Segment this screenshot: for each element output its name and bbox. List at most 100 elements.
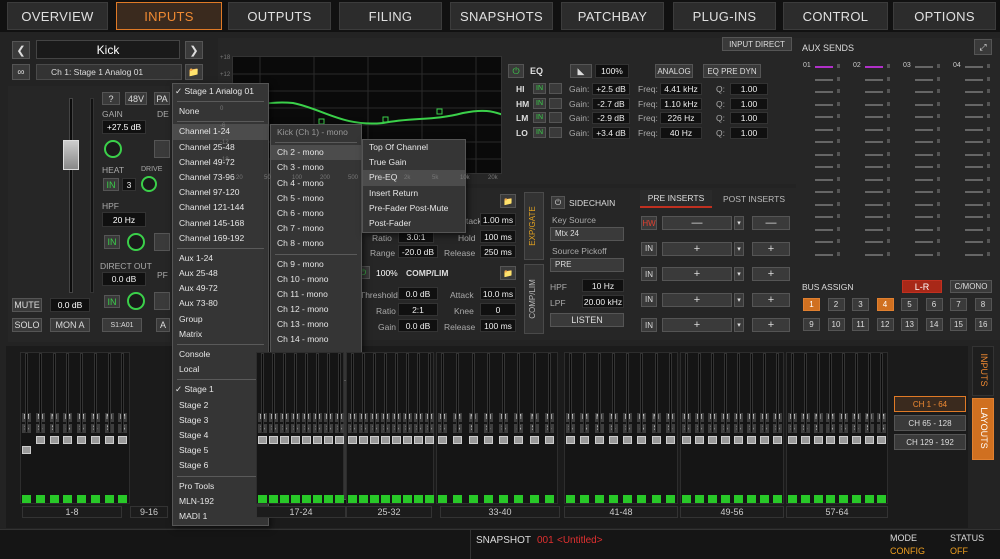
bank-ch65-128[interactable]: CH 65 - 128 <box>894 415 966 431</box>
aux-send-level[interactable] <box>965 178 983 181</box>
source-menu-item[interactable]: Channel 169-192 <box>173 231 268 246</box>
hpf-value[interactable]: 20 Hz <box>102 212 146 227</box>
comp-folder-icon[interactable]: 📁 <box>500 266 516 280</box>
aux-send-level[interactable] <box>815 153 833 156</box>
key-source-select[interactable]: Mtx 24 <box>550 227 624 241</box>
aux-send-level[interactable] <box>815 141 833 143</box>
insert-dropdown-icon[interactable]: ▾ <box>734 292 744 307</box>
eq-band-in-button[interactable]: IN <box>533 97 546 109</box>
source-menu-item[interactable]: Stage 5 <box>173 443 268 458</box>
post-insert-slot[interactable]: + <box>752 292 790 307</box>
aux-send-level[interactable] <box>965 253 983 256</box>
aux-send-level[interactable] <box>915 116 933 118</box>
eq-power-icon[interactable]: ⏻ <box>508 64 524 78</box>
aux-send-level[interactable] <box>915 66 933 68</box>
eq-band-q[interactable]: 1.00 <box>730 126 768 139</box>
eq-band-q[interactable]: 1.00 <box>730 112 768 124</box>
group-label[interactable]: 49-56 <box>680 506 784 518</box>
aux-send-level[interactable] <box>865 253 883 256</box>
aux-send-level[interactable] <box>965 203 983 206</box>
bus-4-button[interactable]: 4 <box>876 298 894 311</box>
strip-fader-cap[interactable] <box>800 436 810 444</box>
source-menu-item[interactable]: Channel 121-144 <box>173 200 268 215</box>
bus-12-button[interactable]: 12 <box>876 318 894 331</box>
status-value[interactable]: OFF <box>950 546 968 556</box>
eq-band-q[interactable]: 1.00 <box>730 83 768 95</box>
aux-send-level[interactable] <box>915 166 933 168</box>
strip-fader-cap[interactable] <box>877 436 887 444</box>
group-label[interactable]: 1-8 <box>22 506 122 518</box>
sc-hpf-value[interactable]: 10 Hz <box>582 279 624 292</box>
aux-send-level[interactable] <box>815 191 833 193</box>
delay-button[interactable] <box>154 140 170 158</box>
strip-fader-cap[interactable] <box>708 436 717 444</box>
expgate-folder-icon[interactable]: 📁 <box>500 194 516 208</box>
strip-fader-cap[interactable] <box>695 436 704 444</box>
source-pickoff-select[interactable]: PRE <box>550 258 624 272</box>
direct-pf-button[interactable] <box>154 292 170 310</box>
strip-fader-cap[interactable] <box>403 436 412 444</box>
mono-button[interactable]: MON A <box>50 318 90 332</box>
eq-band-shape-icon[interactable] <box>549 97 562 109</box>
aux-send-label[interactable]: 01 <box>803 62 811 69</box>
heat-in-button[interactable]: IN <box>103 178 119 191</box>
aux-send-level[interactable] <box>915 203 933 206</box>
strip-fader-cap[interactable] <box>747 436 756 444</box>
source-menu-item[interactable]: MLN-192 <box>173 494 268 509</box>
strip-fader-cap[interactable] <box>414 436 423 444</box>
bus-15-button[interactable]: 15 <box>950 318 967 331</box>
aux-send-level[interactable] <box>865 91 883 93</box>
group-label[interactable]: 17-24 <box>256 506 346 518</box>
bus-13-button[interactable]: 13 <box>901 318 918 331</box>
polarity-button[interactable]: ? <box>102 92 120 105</box>
listen-button[interactable]: LISTEN <box>550 313 624 327</box>
source-menu-item[interactable]: Aux 25-48 <box>173 266 268 281</box>
aux-send-level[interactable] <box>865 191 883 193</box>
aux-send-level[interactable] <box>965 216 983 218</box>
post-inserts-tab[interactable]: POST INSERTS <box>716 190 792 208</box>
drive-knob[interactable] <box>141 176 157 192</box>
aux-send-level[interactable] <box>965 228 983 231</box>
pickoff-menu-item[interactable]: True Gain <box>363 155 465 170</box>
eq-band-freq[interactable]: 4.41 kHz <box>660 83 702 95</box>
insert-slot[interactable]: + <box>662 318 732 332</box>
channel-menu-item[interactable]: Ch 6 - mono <box>271 206 361 221</box>
aux-send-level[interactable] <box>865 141 883 143</box>
bus-7-button[interactable]: 7 <box>950 298 967 311</box>
bus-8-button[interactable]: 8 <box>974 298 992 311</box>
source-menu-item[interactable]: Aux 1-24 <box>173 251 268 266</box>
aux-send-level[interactable] <box>815 253 833 256</box>
tab-filing[interactable]: FILING <box>339 2 442 30</box>
channel-menu-item[interactable]: Kick (Ch 1) - mono <box>271 125 361 140</box>
aux-send-level[interactable] <box>865 116 883 118</box>
strip-fader-cap[interactable] <box>104 436 114 444</box>
channel-menu-item[interactable]: Ch 3 - mono <box>271 160 361 175</box>
aux-send-level[interactable] <box>865 103 883 106</box>
strip-fader-cap[interactable] <box>637 436 647 444</box>
group-label[interactable]: 33-40 <box>440 506 560 518</box>
comp-ratio-value[interactable]: 2:1 <box>398 303 438 316</box>
strip-fader-cap[interactable] <box>49 436 59 444</box>
source-menu-item[interactable]: Stage 2 <box>173 398 268 413</box>
aux-send-level[interactable] <box>915 141 933 143</box>
strip-fader-cap[interactable] <box>608 436 618 444</box>
tab-options[interactable]: OPTIONS <box>893 2 996 30</box>
eq-band-in-button[interactable]: IN <box>533 112 546 123</box>
aux-send-label[interactable]: 04 <box>953 62 961 69</box>
fader-value[interactable]: 0.0 dB <box>50 298 90 312</box>
aux-send-level[interactable] <box>915 253 933 256</box>
insert-slot[interactable]: + <box>662 292 732 307</box>
bus-6-button[interactable]: 6 <box>925 298 943 311</box>
eq-band-freq[interactable]: 40 Hz <box>660 126 702 139</box>
insert-dropdown-icon[interactable]: ▾ <box>734 216 744 230</box>
bus-2-button[interactable]: 2 <box>827 298 845 311</box>
eq-band-gain[interactable]: -2.9 dB <box>592 112 630 124</box>
aux-send-level[interactable] <box>965 116 983 118</box>
eq-pre-dyn-button[interactable]: EQ PRE DYN <box>703 64 761 78</box>
aux-send-level[interactable] <box>865 128 883 131</box>
eq-band-freq[interactable]: 1.10 kHz <box>660 97 702 110</box>
source-menu-item[interactable]: ✓ Stage 1 <box>173 382 268 397</box>
strip-fader-cap[interactable] <box>594 436 604 444</box>
source-menu-item[interactable]: Pro Tools <box>173 479 268 494</box>
comp-threshold-value[interactable]: 0.0 dB <box>398 287 438 300</box>
